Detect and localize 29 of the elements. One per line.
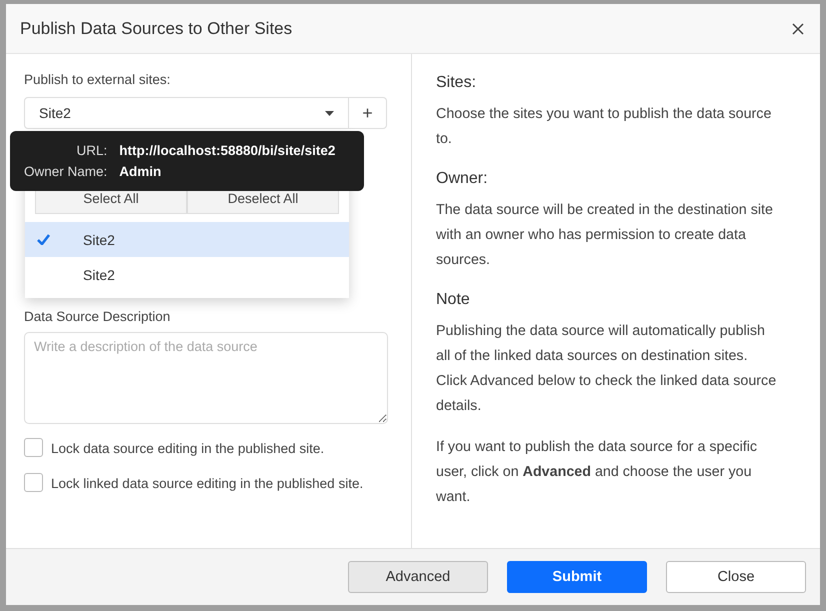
footer-button[interactable]: Close	[666, 561, 806, 593]
checkbox[interactable]	[24, 438, 43, 457]
tooltip-value: Admin	[119, 164, 162, 179]
add-button[interactable]: +	[349, 97, 387, 129]
field-label: Data Source Description	[24, 309, 172, 324]
description-field[interactable]: Write a description of the data source	[24, 332, 388, 424]
site-select[interactable]: Site2	[24, 97, 350, 129]
help-paragraph: Choose the sites you want to publish the data source to.	[436, 105, 772, 149]
checkmark-icon	[37, 234, 50, 245]
site-option[interactable]: Site2	[25, 222, 349, 257]
footer-button[interactable]: Advanced	[348, 561, 488, 593]
site-option[interactable]: Site2	[25, 257, 349, 292]
field-label: Publish to external sites:	[24, 72, 172, 87]
section-heading: Owner:	[436, 170, 489, 188]
tooltip-label: Owner Name:	[24, 164, 108, 179]
section-heading: Note	[436, 291, 471, 309]
help-paragraph: If you want to publish the data source for a specific user, click on Advanced and choose the user you want.	[436, 438, 758, 507]
help-paragraph: The data source will be created in the destination site with an owner who has permission to create data sources.	[436, 201, 774, 270]
dialog-title: Publish Data Sources to Other Sites	[20, 18, 292, 38]
help-paragraph: Publishing the data source will automatically publish all of the linked data sources on destination sites. Click Advanced below to check the linked data source details.	[436, 322, 778, 416]
close-icon[interactable]	[790, 20, 806, 36]
checkbox-label: Lock linked data source editing in the published site.	[51, 475, 364, 493]
section-heading: Sites:	[436, 74, 478, 92]
checkbox[interactable]	[24, 473, 43, 492]
tooltip-value: http://localhost:58880/bi/site/site2	[119, 143, 336, 158]
caret-icon	[325, 110, 334, 116]
tooltip-label: URL:	[76, 143, 108, 158]
checkbox-label: Lock data source editing in the published site.	[51, 440, 326, 458]
submit-button[interactable]: Submit	[507, 561, 647, 593]
